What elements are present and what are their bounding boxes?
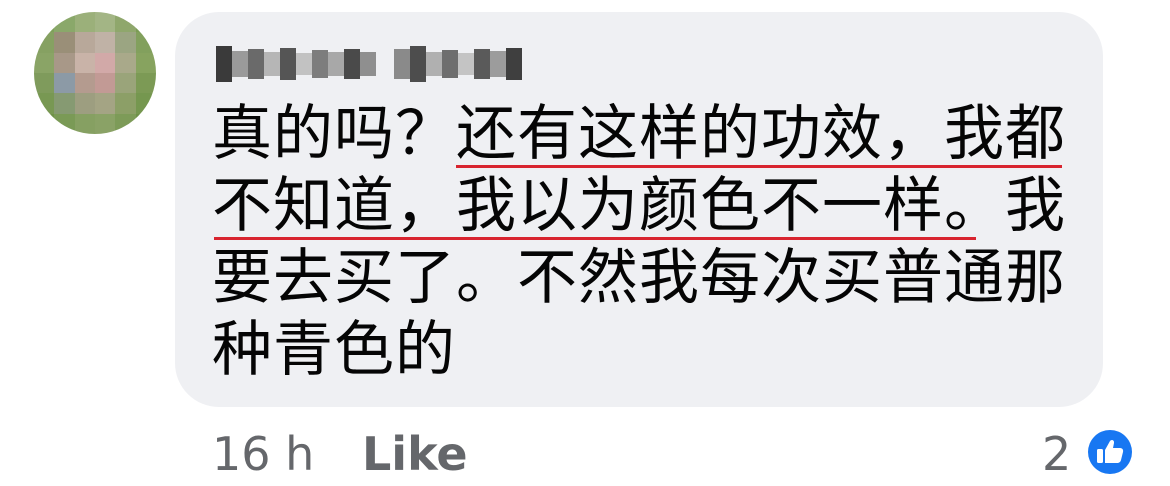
author-name-redacted[interactable] (216, 44, 522, 84)
comment-text: 真的吗？还有这样的功效，我都 不知道，我以为颜色不一样。我 要去买了。不然我每次… (212, 98, 1082, 386)
comment-line: 真的吗？还有这样的功效，我都 (212, 99, 1066, 169)
thumbs-up-icon[interactable] (1084, 426, 1136, 478)
red-underline (456, 165, 1062, 168)
redacted-first-name (216, 44, 376, 84)
comment-line: 不知道，我以为颜色不一样。我 (212, 171, 1066, 241)
like-button[interactable]: Like (362, 426, 468, 482)
comment-line: 要去买了。不然我每次买普通那 (212, 243, 1066, 313)
red-underline (214, 237, 976, 240)
redacted-last-name (394, 44, 522, 84)
avatar[interactable] (34, 12, 156, 134)
comment-line: 种青色的 (212, 315, 456, 385)
reaction-count[interactable]: 2 (1042, 426, 1071, 482)
comment-timestamp[interactable]: 16 h (212, 426, 314, 482)
